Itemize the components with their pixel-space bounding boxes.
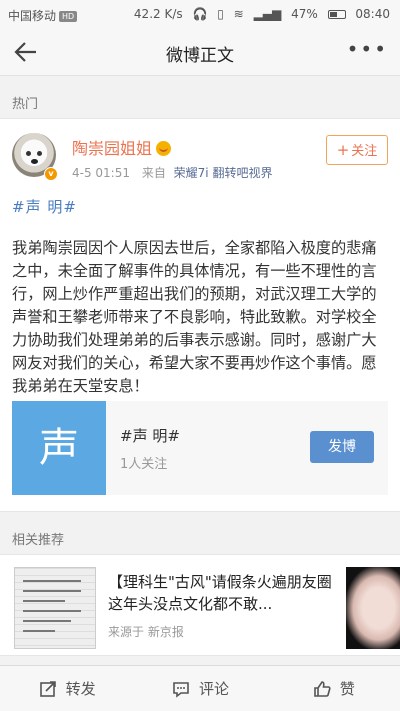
topic-thumbnail: 声 [12,401,106,495]
topic-title: #声 明# [120,427,180,445]
carrier: 中国移动 HD [8,7,78,24]
repost-icon [39,680,56,697]
clock: 08:40 [355,7,390,21]
comment-icon [173,681,189,698]
hd-badge: HD [59,11,78,22]
topic-card[interactable]: 声 #声 明# 1人关注 发博 [12,401,388,495]
battery-percent: 47% [291,7,318,21]
like-label: 赞 [339,680,355,698]
post-card: v 陶崇园姐姐 4-5 01:51 来自 荣耀7i 翻转吧视界 + 关注 #声 明… [0,118,400,512]
vibrate-icon: ▯ [217,7,224,21]
plus-icon: + [336,141,350,159]
more-options-icon[interactable]: ••• [347,37,388,61]
page-title: 微博正文 [166,46,234,66]
nav-bar: 微博正文 ••• [0,28,400,76]
thumbs-up-icon [314,680,331,697]
section-label-related: 相关推荐 [0,520,400,554]
comment-label: 评论 [198,680,229,698]
repost-button[interactable]: 转发 [0,666,133,711]
related-thumbnail [14,567,96,649]
follow-label: 关注 [351,144,378,159]
username-text: 陶崇园姐姐 [72,139,153,158]
follow-button[interactable]: + 关注 [326,135,388,165]
hashtag-link[interactable]: #声 明# [12,196,77,217]
carrier-name: 中国移动 [8,9,57,23]
username[interactable]: 陶崇园姐姐 [72,135,172,159]
like-button[interactable]: 赞 [267,666,400,711]
related-title: 【理科生"古风"请假条火遍朋友圈 这年头没点文化都不敢... [108,573,332,613]
wifi-icon: ≋ [233,7,244,21]
battery-icon [327,10,346,19]
post-source[interactable]: 荣耀7i 翻转吧视界 [174,166,273,180]
related-thumbnail-brain [346,567,400,649]
post-meta: 4-5 01:51 来自 荣耀7i 翻转吧视界 [72,164,272,181]
signal-icon: ▂▄▆ [253,7,282,21]
post-body: 我弟陶崇园因个人原因去世后，全家都陷入极度的悲痛之中，未全面了解事件的具体情况，… [12,239,377,395]
comment-button[interactable]: 评论 [133,666,266,711]
status-right: 42.2 K/s 🎧 ▯ ≋ ▂▄▆ 47% 08:40 [128,7,390,21]
crown-emoji-icon [156,141,172,156]
post-time: 4-5 01:51 [72,166,130,180]
network-speed: 42.2 K/s [133,7,183,21]
bottom-toolbar: 转发 评论 赞 [0,665,400,711]
verified-icon: v [44,167,58,181]
repost-label: 转发 [65,680,96,698]
related-source: 来源于 新京报 [108,625,184,639]
from-label: 来自 [141,166,166,180]
topic-followers: 1人关注 [120,457,168,472]
related-item[interactable]: 【理科生"古风"请假条火遍朋友圈 这年头没点文化都不敢... 来源于 新京报 [0,554,400,656]
post-to-topic-button[interactable]: 发博 [310,431,374,463]
headset-icon: 🎧 [192,7,208,21]
status-bar: 中国移动 HD 42.2 K/s 🎧 ▯ ≋ ▂▄▆ 47% 08:40 [0,0,400,28]
section-label-hot: 热门 [0,84,400,118]
